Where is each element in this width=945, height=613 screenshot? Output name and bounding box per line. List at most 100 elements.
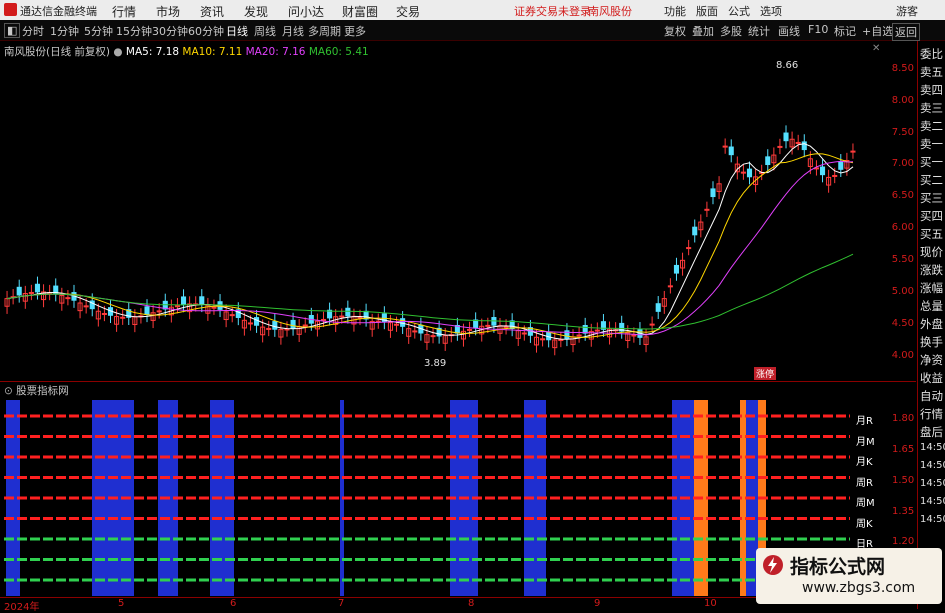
- period-1min[interactable]: 1分钟: [50, 23, 79, 39]
- lightning-icon: [763, 555, 783, 575]
- indicator-tick: 1.50: [892, 475, 915, 486]
- menu-item-news[interactable]: 资讯: [200, 3, 224, 20]
- candle-body: [722, 145, 728, 148]
- period-daily[interactable]: 日线: [226, 23, 248, 39]
- quote-label: 买四: [920, 209, 943, 223]
- time-label: 14:50: [920, 478, 945, 489]
- menu-item-ask[interactable]: 问小达: [288, 3, 324, 20]
- period-more[interactable]: 更多: [344, 23, 366, 39]
- btn-mark[interactable]: 标记: [834, 23, 856, 39]
- high-annotation: 8.66: [776, 60, 799, 71]
- quote-label: 卖五: [920, 65, 943, 79]
- candle-body: [558, 339, 564, 342]
- btn-draw[interactable]: 画线: [778, 23, 800, 39]
- candle-body: [667, 285, 673, 288]
- candle-body: [838, 161, 844, 170]
- candle-body: [83, 305, 89, 308]
- candle-body: [302, 324, 308, 327]
- btn-add-watch[interactable]: +自选: [862, 23, 893, 39]
- candle-body: [576, 334, 582, 337]
- candle-body: [746, 168, 753, 178]
- period-weekly[interactable]: 周线: [254, 23, 276, 39]
- btn-overlay[interactable]: 叠加: [692, 23, 714, 39]
- chart-close-icon[interactable]: ✕: [872, 43, 880, 54]
- candle-body: [272, 321, 278, 330]
- pane-separator: [0, 381, 916, 382]
- candle-body: [540, 338, 546, 341]
- low-annotation: 3.89: [424, 358, 447, 369]
- menu-item-wealth[interactable]: 财富圈: [342, 3, 378, 20]
- candle-body: [266, 327, 272, 330]
- ma10-label: MA10: 7.11: [182, 46, 243, 58]
- ma20-label: MA20: 7.16: [245, 46, 306, 58]
- candle-body: [649, 323, 655, 326]
- price-tick: 8.00: [891, 95, 914, 106]
- ma10-line: [6, 153, 854, 338]
- candle-body: [765, 156, 771, 166]
- row-label: 周R: [856, 478, 873, 489]
- candle-body: [65, 297, 71, 300]
- price-tick: 4.00: [891, 350, 914, 361]
- candle-body: [211, 306, 217, 309]
- btn-stats[interactable]: 统计: [748, 23, 770, 39]
- price-tick: 7.50: [891, 127, 914, 138]
- time-label: 14:50: [920, 460, 945, 471]
- menu-options[interactable]: 选项: [760, 3, 782, 19]
- month-label: 6: [230, 598, 237, 609]
- period-60min[interactable]: 60分钟: [188, 23, 224, 39]
- guest-label[interactable]: 游客: [896, 3, 918, 19]
- ma60-label: MA60: 5.41: [308, 46, 369, 58]
- quote-label: 卖三: [920, 101, 943, 115]
- menu-layout[interactable]: 版面: [696, 3, 718, 19]
- time-label: 14:50: [920, 496, 945, 507]
- quote-label: 委比: [920, 47, 943, 61]
- period-30min[interactable]: 30分钟: [152, 23, 188, 39]
- candle-body: [393, 323, 400, 326]
- login-warning[interactable]: 证券交易未登录: [514, 3, 591, 19]
- candle-body: [229, 314, 235, 317]
- period-15min[interactable]: 15分钟: [116, 23, 152, 39]
- quote-label: 卖一: [920, 137, 943, 151]
- menu-item-market[interactable]: 行情: [112, 3, 136, 20]
- row-label: 月M: [856, 437, 875, 448]
- candle-body: [28, 291, 34, 294]
- btn-back[interactable]: 返回: [892, 23, 920, 41]
- candle-body: [485, 324, 491, 327]
- period-5min[interactable]: 5分钟: [84, 23, 113, 39]
- indicator-chart: [4, 400, 850, 596]
- candle-body: [704, 208, 710, 211]
- toggle-icon[interactable]: ◧: [4, 23, 21, 38]
- year-label: 2024年: [4, 602, 40, 613]
- watermark-title: 指标公式网: [790, 556, 886, 578]
- menu-formula[interactable]: 公式: [728, 3, 750, 19]
- ma60-line: [6, 253, 854, 330]
- month-label: 10: [704, 598, 717, 609]
- candle-body: [180, 296, 187, 306]
- indicator-tick: 1.35: [892, 506, 915, 517]
- candle-body: [473, 319, 479, 329]
- candle-body: [345, 307, 351, 317]
- quote-label: 涨幅: [920, 281, 943, 295]
- menu-function[interactable]: 功能: [664, 3, 686, 19]
- period-fenshi[interactable]: 分时: [22, 23, 44, 39]
- indicator-tick: 1.20: [892, 536, 915, 547]
- period-multi[interactable]: 多周期: [308, 23, 341, 39]
- price-tick: 4.50: [891, 318, 914, 329]
- menu-item-discover[interactable]: 发现: [244, 3, 268, 20]
- period-monthly[interactable]: 月线: [282, 23, 304, 39]
- btn-multi-stock[interactable]: 多股: [720, 23, 742, 39]
- app-logo-icon: [4, 3, 17, 16]
- candlestick-chart: [4, 125, 856, 356]
- menu-item-trade[interactable]: 交易: [396, 3, 420, 20]
- candle-body: [777, 145, 783, 148]
- btn-f10[interactable]: F10: [808, 23, 828, 36]
- quote-panel: 委比 卖五 卖四 卖三 卖二 卖一 买一 买二 买三 买四 买五 现价 涨跌 涨…: [917, 41, 945, 609]
- candle-body: [710, 188, 716, 198]
- menu-item-markets[interactable]: 市场: [156, 3, 180, 20]
- btn-adjust[interactable]: 复权: [664, 23, 686, 39]
- quote-auto[interactable]: 自动: [920, 388, 943, 404]
- quote-label: 买三: [920, 191, 943, 205]
- quote-label: 买一: [920, 155, 943, 169]
- candle-body: [740, 171, 746, 174]
- candle-body: [290, 319, 296, 329]
